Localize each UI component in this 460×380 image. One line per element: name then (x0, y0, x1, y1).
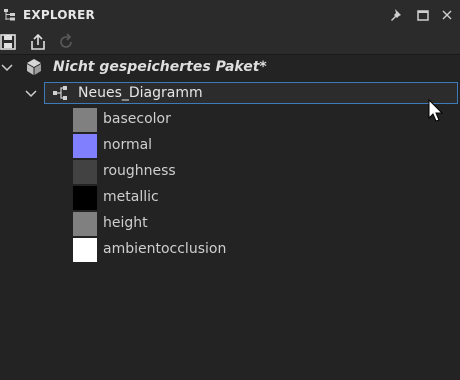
output-color-swatch (73, 212, 97, 236)
pin-icon[interactable] (390, 8, 404, 22)
output-item[interactable]: ambientocclusion (0, 237, 460, 263)
mouse-cursor-icon (428, 99, 444, 122)
refresh-icon[interactable] (57, 33, 75, 51)
output-item[interactable]: roughness (0, 159, 460, 185)
tree-item-package[interactable]: Nicht gespeichertes Paket* (0, 55, 460, 81)
output-item[interactable]: height (0, 211, 460, 237)
export-icon[interactable] (29, 33, 47, 51)
chevron-down-icon[interactable] (24, 87, 38, 101)
package-label: Nicht gespeichertes Paket* (53, 59, 267, 75)
output-item[interactable]: metallic (0, 185, 460, 211)
output-item[interactable]: basecolor (0, 107, 460, 133)
output-label: height (103, 215, 148, 231)
output-label: roughness (103, 163, 176, 179)
output-item[interactable]: normal (0, 133, 460, 159)
output-label: basecolor (103, 111, 171, 127)
explorer-tree-icon (4, 9, 15, 21)
output-color-swatch (73, 108, 97, 132)
save-icon[interactable] (0, 33, 18, 51)
output-color-swatch (73, 238, 97, 262)
package-cube-icon (27, 59, 41, 75)
output-color-swatch (73, 134, 97, 158)
output-label: metallic (103, 189, 159, 205)
output-label: normal (103, 137, 153, 153)
maximize-icon[interactable] (416, 8, 430, 22)
output-color-swatch (73, 160, 97, 184)
tree-item-graph[interactable]: Neues_Diagramm (0, 81, 460, 107)
graph-nodes-icon (53, 86, 67, 100)
explorer-title-bar: EXPLORER (0, 0, 460, 30)
output-color-swatch (73, 186, 97, 210)
graph-label: Neues_Diagramm (78, 85, 203, 101)
explorer-toolbar (0, 30, 460, 54)
output-label: ambientocclusion (103, 241, 227, 257)
chevron-down-icon[interactable] (0, 61, 14, 75)
close-icon[interactable] (440, 8, 454, 22)
panel-title: EXPLORER (23, 8, 95, 22)
